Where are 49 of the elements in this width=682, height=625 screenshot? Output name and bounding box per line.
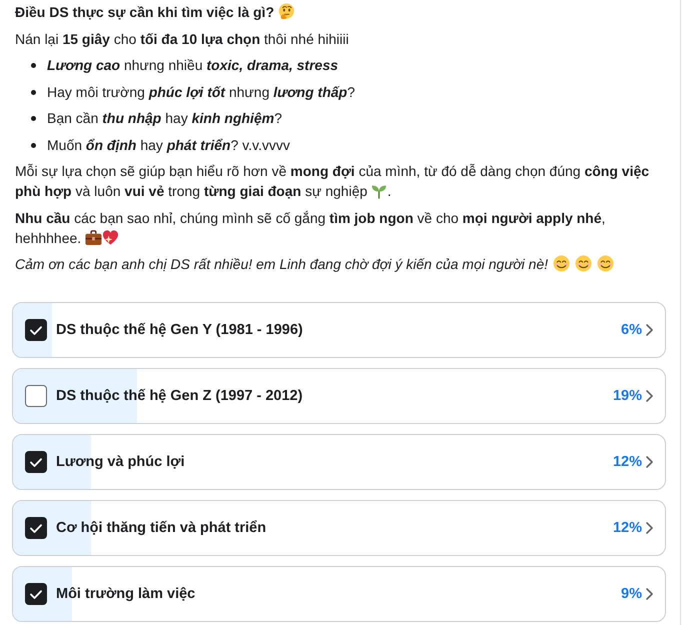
- chevron-right-icon: [646, 522, 653, 534]
- post-title: Điều DS thực sự cần khi tìm việc là gì?: [15, 4, 274, 20]
- vote-percentage: 6%: [621, 321, 642, 340]
- bullet-text: Bạn cần thu nhập hay kinh nghiệm?: [47, 109, 282, 128]
- checkmark-icon: [30, 590, 42, 598]
- bullet-icon: [31, 90, 36, 94]
- option-label: DS thuộc thế hệ Gen Y (1981 - 1996): [56, 321, 303, 340]
- paragraph-text: Mỗi sự lựa chọn sẽ giúp bạn hiểu rõ hơn về mong đợi của mình, từ đó dễ dàng chọn đúng công việc phù hợp và luôn vui vẻ trong từng giai đoạn sự nghiệp .: [15, 162, 650, 201]
- poll-option[interactable]: Cơ hội thăng tiến và phát triển 12%: [12, 500, 666, 556]
- smiling-face-icon: [553, 255, 570, 272]
- intro-text: Nán lại 15 giây cho tối đa 10 lựa chọn thôi nhé hihiiii: [15, 30, 350, 48]
- checkbox[interactable]: [25, 583, 47, 605]
- poll-option[interactable]: DS thuộc thế hệ Gen Z (1997 - 2012) 19%: [12, 368, 666, 424]
- poll-option[interactable]: DS thuộc thế hệ Gen Y (1981 - 1996) 6%: [12, 302, 666, 358]
- chevron-right-icon: [646, 456, 653, 468]
- option-label: DS thuộc thế hệ Gen Z (1997 - 2012): [56, 387, 303, 406]
- checkbox[interactable]: [25, 385, 47, 407]
- vote-percentage: 12%: [612, 519, 642, 538]
- option-label: Môi trường làm việc: [56, 585, 196, 604]
- briefcase-icon: [85, 230, 102, 246]
- option-label: Cơ hội thăng tiến và phát triển: [56, 519, 266, 538]
- smiling-face-icon: [597, 255, 614, 272]
- bullet-text: Muốn ổn định hay phát triển? v.v.vvvv: [47, 136, 290, 154]
- checkbox[interactable]: [25, 319, 47, 341]
- poll-option[interactable]: Môi trường làm việc 9%: [12, 566, 666, 622]
- checkbox[interactable]: [25, 517, 47, 539]
- bullet-icon: [31, 116, 36, 121]
- smiling-face-icon: [575, 255, 592, 272]
- checkbox[interactable]: [25, 451, 47, 473]
- option-label: Lương và phúc lợi: [56, 453, 185, 472]
- chevron-right-icon: [646, 324, 653, 336]
- chevron-right-icon: [646, 588, 653, 600]
- paragraph-text: Nhu cầu các bạn sao nhỉ, chúng mình sẽ cố gắng tìm job ngon về cho mọi người apply nhé, hehhhhee.: [15, 208, 606, 248]
- bullet-text: Lương cao nhưng nhiều toxic, drama, stress: [47, 56, 338, 75]
- bullet-text: Hay môi trường phúc lợi tốt nhưng lương thấp?: [47, 82, 356, 102]
- checkmark-icon: [30, 326, 42, 334]
- poll-option[interactable]: Lương và phúc lợi 12%: [12, 434, 666, 490]
- checkmark-icon: [30, 458, 42, 466]
- vote-percentage: 12%: [612, 453, 642, 472]
- chevron-right-icon: [646, 390, 653, 402]
- vote-percentage: 9%: [621, 585, 642, 604]
- thanks-note-text: Cảm ơn các bạn anh chị DS rất nhiều! em Linh đang chờ đợi ý kiến của mọi người nè!: [15, 254, 665, 274]
- vote-percentage: 19%: [612, 387, 642, 406]
- thinking-face-icon: [278, 3, 296, 20]
- bullet-icon: [31, 142, 36, 148]
- bullet-icon: [31, 63, 36, 68]
- checkmark-icon: [30, 524, 42, 532]
- sparkling-heart-icon: [102, 228, 120, 246]
- seedling-icon: [371, 183, 388, 199]
